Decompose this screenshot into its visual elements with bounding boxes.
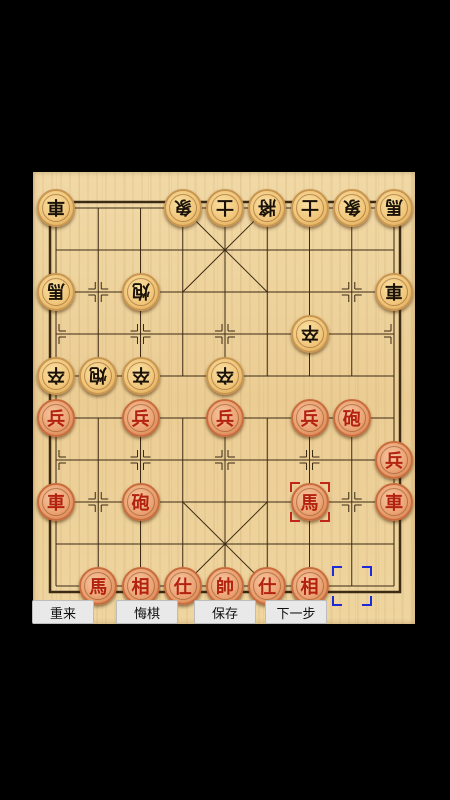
piece-ring: [211, 572, 239, 600]
piece-ring: [42, 488, 70, 516]
black-piece[interactable]: 卒: [121, 357, 160, 395]
selected-piece-marker: [289, 482, 300, 492]
piece-ring: [253, 572, 282, 600]
piece-ring: [295, 572, 324, 600]
red-piece[interactable]: 兵: [206, 399, 244, 437]
piece-ring: [126, 404, 155, 432]
black-piece[interactable]: 士: [206, 189, 244, 227]
piece-label: 炮: [89, 364, 108, 385]
move-target-marker: [331, 566, 342, 576]
piece-ring: [84, 572, 113, 600]
piece-ring: [380, 446, 408, 474]
piece-ring: [295, 404, 324, 432]
piece-label: 卒: [300, 322, 319, 343]
black-piece[interactable]: 卒: [37, 357, 75, 395]
move-target-marker: [331, 596, 342, 606]
black-piece[interactable]: 馬: [375, 189, 413, 227]
piece-label: 卒: [47, 364, 65, 385]
red-piece[interactable]: 砲: [121, 483, 160, 521]
piece-ring: [168, 572, 197, 600]
xiangqi-board[interactable]: [33, 172, 415, 624]
black-piece[interactable]: 炮: [79, 357, 118, 395]
piece-label: 車: [385, 280, 403, 301]
red-piece[interactable]: 車: [375, 483, 413, 521]
piece-ring: [380, 488, 408, 516]
black-piece[interactable]: 象: [163, 189, 202, 227]
piece-ring: [126, 572, 155, 600]
piece-label: 車: [47, 196, 65, 217]
move-target-marker: [361, 566, 372, 576]
piece-label: 象: [173, 196, 192, 217]
piece-ring: [126, 488, 155, 516]
red-piece[interactable]: 兵: [290, 399, 329, 437]
black-piece[interactable]: 士: [290, 189, 329, 227]
piece-ring: [337, 404, 366, 432]
restart-button[interactable]: 重来: [32, 600, 94, 624]
black-piece[interactable]: 卒: [206, 357, 244, 395]
piece-label: 卒: [131, 364, 150, 385]
piece-label: 士: [216, 196, 234, 217]
selected-piece-marker: [289, 512, 300, 522]
red-piece[interactable]: 車: [37, 483, 75, 521]
undo-button[interactable]: 悔棋: [116, 600, 178, 624]
black-piece[interactable]: 將: [248, 189, 287, 227]
black-piece[interactable]: 馬: [37, 273, 75, 311]
red-piece[interactable]: 兵: [37, 399, 75, 437]
red-piece[interactable]: 砲: [332, 399, 371, 437]
black-piece[interactable]: 象: [332, 189, 371, 227]
black-piece[interactable]: 炮: [121, 273, 160, 311]
red-piece[interactable]: 兵: [121, 399, 160, 437]
piece-label: 士: [300, 196, 319, 217]
piece-label: 炮: [131, 280, 150, 301]
piece-label: 卒: [216, 364, 234, 385]
piece-label: 馬: [47, 280, 65, 301]
selected-piece-marker: [319, 482, 330, 492]
save-button[interactable]: 保存: [194, 600, 256, 624]
move-target-marker: [361, 596, 372, 606]
black-piece[interactable]: 卒: [290, 315, 329, 353]
piece-ring: [211, 404, 239, 432]
piece-label: 馬: [385, 196, 403, 217]
piece-ring: [42, 404, 70, 432]
piece-label: 象: [342, 196, 361, 217]
black-piece[interactable]: 車: [37, 189, 75, 227]
piece-label: 將: [258, 196, 277, 217]
black-piece[interactable]: 車: [375, 273, 413, 311]
red-piece[interactable]: 兵: [375, 441, 413, 479]
next-step-button[interactable]: 下一步: [265, 600, 327, 624]
selected-piece-marker: [319, 512, 330, 522]
